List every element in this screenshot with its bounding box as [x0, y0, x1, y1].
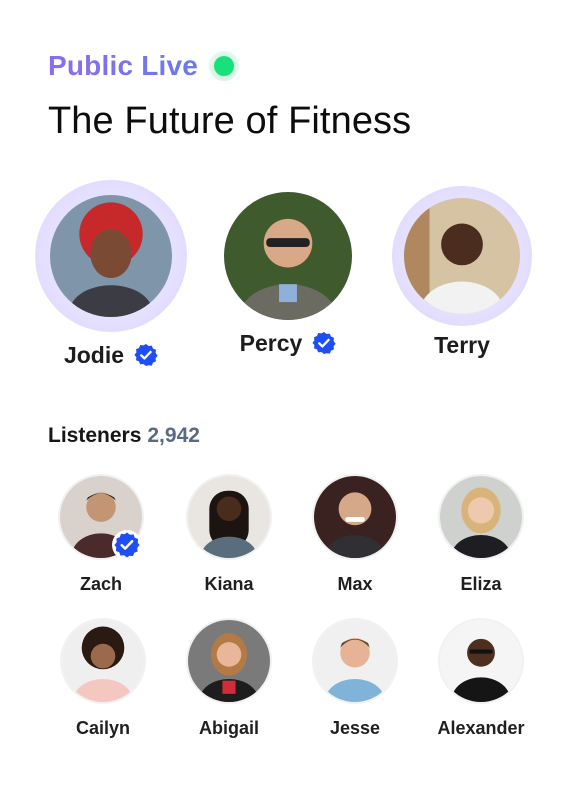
verified-check-icon	[112, 530, 142, 560]
listeners-label: Listeners	[48, 424, 142, 447]
listener-kiana[interactable]: Kiana	[174, 474, 284, 596]
avatar	[50, 195, 172, 317]
speaker-name: Percy	[239, 329, 303, 356]
status-label: Public Live	[48, 50, 199, 81]
room-title: The Future of Fitness	[48, 100, 412, 142]
listener-max[interactable]: Max	[300, 474, 410, 596]
listener-name: Zach	[79, 574, 122, 594]
avatar	[186, 618, 272, 704]
verified-check-icon	[312, 331, 336, 355]
speaker-terry[interactable]: Terry	[382, 180, 542, 360]
speaking-ring	[35, 180, 187, 332]
avatar	[186, 474, 272, 560]
speaker-jodie[interactable]: Jodie	[31, 180, 191, 370]
listener-zach[interactable]: Zach	[46, 474, 156, 596]
listeners-heading: Listeners 2,942	[48, 424, 200, 448]
listener-name: Alexander	[437, 718, 525, 738]
listener-name: Max	[337, 574, 373, 594]
listener-eliza[interactable]: Eliza	[426, 474, 536, 596]
avatar	[438, 618, 524, 704]
listener-jesse[interactable]: Jesse	[300, 618, 410, 740]
speaker-percy[interactable]: Percy	[208, 180, 368, 358]
avatar	[312, 618, 398, 704]
avatar	[312, 474, 398, 560]
listener-name: Eliza	[460, 574, 502, 594]
speaker-row: Jodie Percy Terry	[0, 180, 586, 380]
verified-check-icon	[134, 343, 158, 367]
speaker-name: Jodie	[63, 341, 125, 368]
listener-name: Jesse	[329, 718, 381, 738]
avatar	[60, 618, 146, 704]
speaking-ring	[392, 186, 532, 326]
listener-name: Cailyn	[75, 718, 131, 738]
listener-name: Abigail	[198, 718, 259, 738]
listener-alexander[interactable]: Alexander	[426, 618, 536, 740]
live-status: Public Live	[48, 48, 235, 84]
avatar	[224, 192, 352, 320]
avatar	[438, 474, 524, 560]
avatar	[404, 198, 520, 314]
listener-cailyn[interactable]: Cailyn	[48, 618, 158, 740]
speaker-name: Terry	[434, 331, 490, 358]
speaker-frame	[218, 186, 358, 326]
listener-abigail[interactable]: Abigail	[174, 618, 284, 740]
listener-name: Kiana	[204, 574, 254, 594]
live-indicator-dot	[214, 56, 235, 76]
listeners-count: 2,942	[147, 424, 200, 447]
